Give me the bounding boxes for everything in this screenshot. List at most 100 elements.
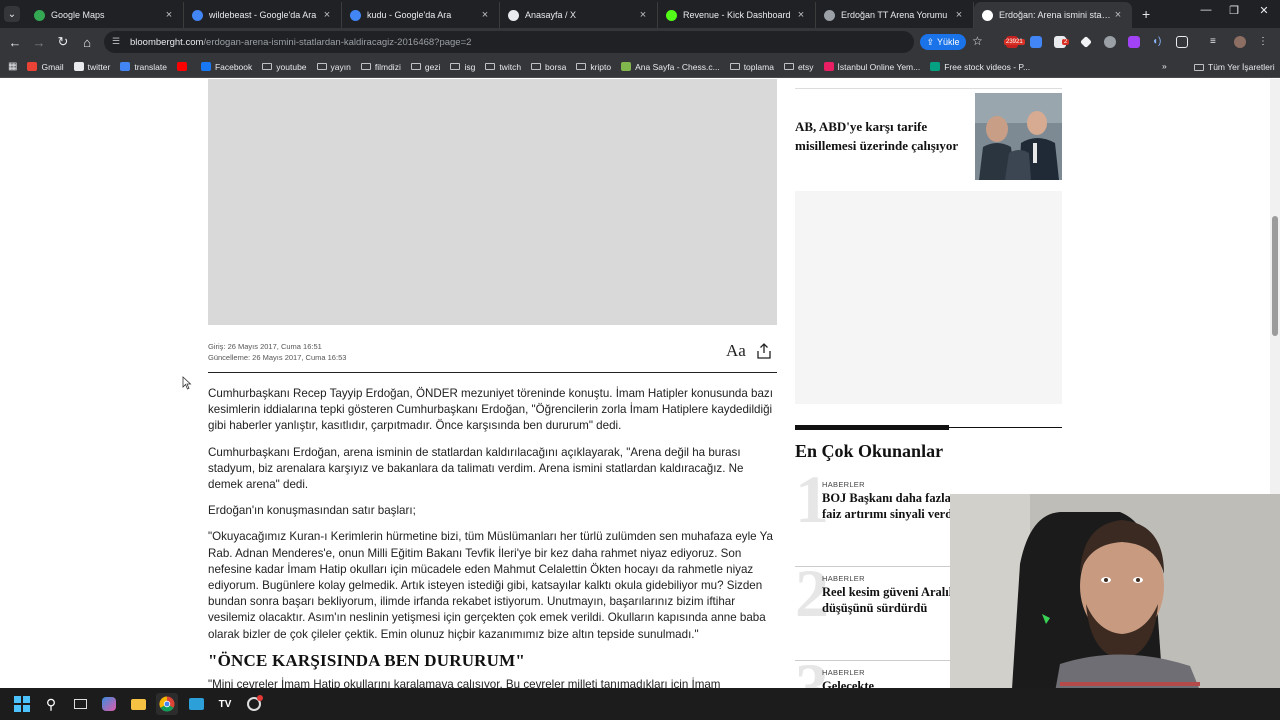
tab-search-button[interactable]: ⌄ [4, 6, 20, 22]
upload-button[interactable]: ⇪ Yükle [920, 34, 966, 50]
copilot-icon[interactable] [98, 693, 120, 715]
extension-icon[interactable] [1104, 36, 1116, 48]
share-icon[interactable] [756, 343, 772, 359]
sidebar-news-title[interactable]: AB, ABD'ye karşı tarife misillemesi üzer… [795, 117, 965, 155]
bookmark-item[interactable]: youtube [262, 62, 307, 72]
translate-extension-icon[interactable] [1030, 36, 1042, 48]
audio-icon[interactable]: ◖) [1152, 36, 1164, 48]
minimize-icon[interactable]: — [1196, 4, 1216, 16]
tab-close-icon[interactable]: × [1112, 9, 1124, 21]
browser-tab[interactable]: kudu - Google'da Ara × [342, 2, 500, 28]
browser-tab[interactable]: Revenue - Kick Dashboard × [658, 2, 816, 28]
tab-close-icon[interactable]: × [953, 9, 965, 21]
tab-title: wildebeast - Google'da Ara [209, 10, 317, 20]
site-info-icon[interactable]: ☰ [112, 36, 124, 48]
updated-date: Güncelleme: 26 Mayıs 2017, Cuma 16:53 [208, 353, 347, 362]
bookmark-item[interactable]: toplama [729, 62, 774, 72]
bookmark-label: Ana Sayfa - Chess.c... [635, 61, 720, 72]
tab-favicon-icon [192, 9, 203, 21]
tab-list: Google Maps × wildebeast - Google'da Ara × k… [26, 0, 1132, 28]
bookmark-item[interactable]: twitter [73, 62, 110, 72]
forward-icon[interactable]: → [27, 35, 51, 50]
all-bookmarks-folder[interactable]: Tüm Yer İşaretleri [1194, 62, 1275, 72]
bookmark-item[interactable]: twitch [485, 62, 521, 72]
maximize-icon[interactable]: ❐ [1224, 4, 1244, 17]
obs-icon[interactable] [243, 693, 265, 715]
font-size-button[interactable]: Aa [726, 341, 746, 361]
tab-close-icon[interactable]: × [163, 9, 175, 21]
article-paragraph: Erdoğan'ın konuşmasından satır başları; [208, 504, 416, 518]
close-window-icon[interactable]: ✕ [1254, 4, 1274, 17]
browser-tab[interactable]: Erdoğan TT Arena Yorumu × [816, 2, 974, 28]
folder-icon [410, 63, 421, 70]
tab-close-icon[interactable]: × [795, 9, 807, 21]
apps-grid-icon[interactable]: ▦ [8, 61, 17, 72]
bookmark-label: Facebook [214, 61, 253, 72]
bookmark-item[interactable]: filmdizi [360, 62, 401, 72]
bookmark-star-icon[interactable]: ☆ [972, 34, 983, 48]
bookmark-label: etsy [797, 61, 814, 72]
tab-favicon-icon [508, 9, 519, 21]
search-icon[interactable]: ⚲ [40, 693, 62, 715]
sidebar-news-image[interactable] [975, 93, 1062, 180]
bookmark-label: kripto [590, 61, 612, 72]
bookmark-item[interactable]: translate [120, 62, 167, 72]
tab-close-icon[interactable]: × [637, 9, 649, 21]
bookmark-label: borsa [545, 61, 567, 72]
url-path: /erdogan-arena-ismini-statlardan-kaldira… [203, 36, 472, 48]
article-subheading: "ÖNCE KARŞISINDA BEN DURURUM" [208, 650, 526, 670]
bookmark-item[interactable]: Gmail [27, 61, 64, 72]
bookmark-item[interactable]: Ana Sayfa - Chess.c... [621, 62, 720, 72]
tab-close-icon[interactable]: × [321, 9, 333, 21]
folder-icon [485, 63, 496, 70]
folder-icon [729, 63, 740, 70]
home-icon[interactable]: ⌂ [75, 35, 99, 50]
menu-kebab-icon[interactable]: ⋮ [1258, 36, 1270, 48]
browser-tab[interactable]: Anasayfa / X × [500, 2, 658, 28]
extension-icon[interactable] [1080, 36, 1092, 48]
rank-category: HABERLER [822, 480, 865, 489]
pexels-icon [930, 62, 941, 71]
address-bar[interactable]: ☰ bloomberght.com/erdogan-arena-ismini-s… [104, 31, 914, 53]
media-list-icon[interactable]: ≡ [1210, 36, 1222, 48]
bookmark-item[interactable]: yayın [316, 61, 351, 72]
folder-icon [262, 63, 273, 70]
bookmark-label: Gmail [41, 61, 64, 72]
extension-icon[interactable] [1128, 36, 1140, 48]
tradingview-icon[interactable]: TV [214, 693, 236, 715]
bookmark-item[interactable] [176, 62, 191, 72]
tab-close-icon[interactable]: × [479, 9, 491, 21]
browser-tab[interactable]: Google Maps × [26, 2, 184, 28]
bookmark-label: isg [464, 61, 476, 72]
terminal-icon[interactable] [185, 693, 207, 715]
chrome-icon[interactable] [156, 693, 178, 715]
bookmark-item[interactable]: kripto [576, 62, 611, 72]
windows-start-icon[interactable] [11, 693, 33, 715]
reload-icon[interactable]: ↻ [51, 34, 75, 50]
bookmark-item[interactable]: Facebook [200, 61, 253, 72]
webcam-feed-image [950, 494, 1280, 720]
most-read-heading: En Çok Okunanlar [795, 441, 944, 461]
browser-tab[interactable]: wildebeast - Google'da Ara × [184, 2, 342, 28]
bookmark-item[interactable]: İstanbul Online Yem... [823, 62, 920, 72]
back-icon[interactable]: ← [3, 35, 27, 50]
bookmark-item[interactable]: isg [450, 62, 475, 72]
task-view-icon[interactable] [69, 693, 91, 715]
profile-avatar[interactable] [1234, 36, 1246, 48]
bookmark-label: Free stock videos - P... [944, 61, 1031, 72]
new-tab-button[interactable]: + [1142, 6, 1150, 22]
file-explorer-icon[interactable] [127, 693, 149, 715]
browser-tab[interactable]: Erdoğan: Arena ismini statlardan× [974, 2, 1132, 28]
extensions-puzzle-icon[interactable] [1176, 36, 1188, 48]
article-dates: Giriş: 26 Mayıs 2017, Cuma 16:51 Güncell… [208, 341, 346, 363]
bookmark-label: yayın [330, 61, 351, 72]
tab-title: Erdoğan TT Arena Yorumu [841, 10, 948, 20]
bookmark-item[interactable]: borsa [531, 62, 566, 72]
bookmark-item[interactable]: gezi [410, 62, 440, 72]
bookmark-item[interactable]: etsy [783, 61, 814, 72]
bookmark-item[interactable]: Free stock videos - P... [930, 62, 1030, 72]
scrollbar-thumb[interactable] [1272, 216, 1278, 336]
tab-title: Google Maps [51, 10, 105, 20]
bookmarks-overflow-icon[interactable]: » [1162, 61, 1167, 71]
section-rule [795, 425, 949, 430]
